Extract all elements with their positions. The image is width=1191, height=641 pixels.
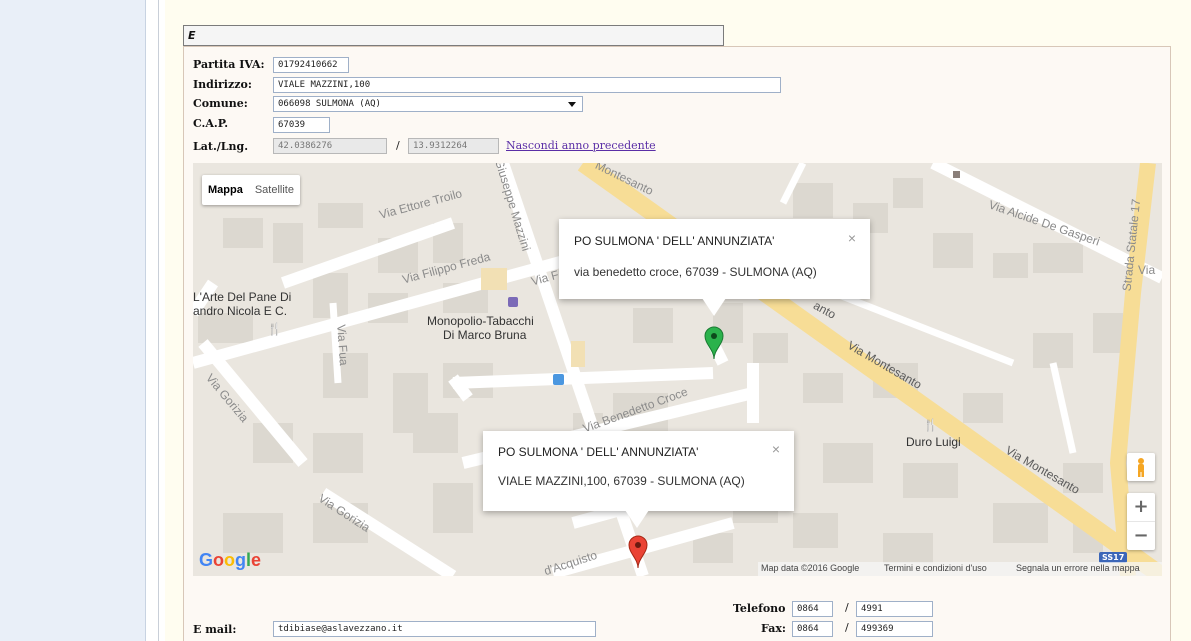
street-view-pegman-icon[interactable] bbox=[1127, 453, 1155, 481]
zoom-control: + − bbox=[1127, 493, 1155, 550]
telefono-separator: / bbox=[845, 601, 849, 614]
info-window-2-title: PO SULMONA ' DELL' ANNUNZIATA' bbox=[498, 445, 699, 459]
map-marker-red-icon[interactable] bbox=[628, 535, 648, 569]
map-marker-green-icon[interactable] bbox=[704, 326, 724, 360]
map-label-duro-luigi: Duro Luigi bbox=[906, 435, 961, 449]
comune-select[interactable]: 066098 SULMONA (AQ) bbox=[273, 96, 583, 112]
zoom-in-button[interactable]: + bbox=[1127, 493, 1155, 521]
latlng-label: Lat./Lng. bbox=[193, 140, 249, 153]
cap-label: C.A.P. bbox=[193, 117, 229, 130]
telefono-label: Telefono bbox=[733, 602, 786, 615]
zoom-out-button[interactable]: − bbox=[1127, 521, 1155, 550]
latlng-separator: / bbox=[396, 139, 400, 152]
partita-iva-label: Partita IVA: bbox=[193, 58, 265, 71]
poi-marker-icon bbox=[953, 171, 960, 178]
map-label-arte-pane-2: andro Nicola E C. bbox=[193, 304, 288, 318]
info-window-1-title: PO SULMONA ' DELL' ANNUNZIATA' bbox=[574, 234, 775, 248]
map-label-arte-pane-1: L'Arte Del Pane Di bbox=[193, 290, 292, 304]
left-sidebar-band bbox=[0, 0, 146, 641]
close-icon[interactable]: × bbox=[772, 441, 780, 457]
google-logo[interactable]: Google bbox=[199, 550, 261, 571]
info-window-2: PO SULMONA ' DELL' ANNUNZIATA' VIALE MAZ… bbox=[483, 431, 794, 528]
indirizzo-field[interactable]: VIALE MAZZINI,100 bbox=[273, 77, 781, 93]
map-label-monopolio-2: Di Marco Bruna bbox=[443, 328, 527, 342]
bus-stop-icon bbox=[553, 374, 564, 385]
telefono-number-field[interactable]: 4991 bbox=[856, 601, 933, 617]
info-window-1-tail bbox=[702, 298, 726, 316]
fax-separator: / bbox=[845, 621, 849, 634]
fax-number-field[interactable]: 499369 bbox=[856, 621, 933, 637]
map-label-via-fua: Via Fua bbox=[334, 323, 351, 367]
map-type-satellite-button[interactable]: Satellite bbox=[249, 175, 300, 205]
section-header: E bbox=[183, 25, 724, 46]
map-label-via-edge: Via bbox=[1138, 263, 1156, 277]
info-window-2-tail bbox=[625, 510, 649, 528]
map-type-toggle[interactable]: Mappa Satellite bbox=[202, 175, 300, 205]
shopping-icon bbox=[508, 297, 518, 307]
map-report-error-link[interactable]: Segnala un errore nella mappa bbox=[1016, 563, 1140, 573]
partita-iva-field[interactable]: 01792410662 bbox=[273, 57, 349, 73]
email-field[interactable]: tdibiase@aslavezzano.it bbox=[273, 621, 596, 637]
map-data-attribution: Map data ©2016 Google bbox=[761, 563, 860, 573]
fax-prefix-field[interactable]: 0864 bbox=[792, 621, 833, 637]
map-type-map-button[interactable]: Mappa bbox=[202, 175, 249, 205]
map-terms-link[interactable]: Termini e condizioni d'uso bbox=[884, 563, 987, 573]
info-window-1: PO SULMONA ' DELL' ANNUNZIATA' via bened… bbox=[559, 219, 870, 316]
hide-previous-year-link[interactable]: Nascondi anno precedente bbox=[506, 139, 656, 152]
longitude-field[interactable]: 13.9312264 bbox=[408, 138, 499, 154]
close-icon[interactable]: × bbox=[848, 230, 856, 246]
restaurant-icon: 🍴 bbox=[267, 322, 282, 336]
map-view[interactable]: Montesanto Via Ettore Troilo Giuseppe Ma… bbox=[193, 163, 1162, 576]
email-label: E mail: bbox=[193, 623, 237, 636]
map-label-monopolio-1: Monopolio-Tabacchi bbox=[427, 314, 534, 328]
info-window-2-address: VIALE MAZZINI,100, 67039 - SULMONA (AQ) bbox=[498, 474, 745, 488]
vertical-divider bbox=[158, 0, 159, 641]
latitude-field[interactable]: 42.0386276 bbox=[273, 138, 387, 154]
info-window-1-address: via benedetto croce, 67039 - SULMONA (AQ… bbox=[574, 265, 817, 279]
indirizzo-label: Indirizzo: bbox=[193, 78, 252, 91]
comune-label: Comune: bbox=[193, 97, 248, 110]
restaurant-icon: 🍴 bbox=[923, 418, 938, 432]
fax-label: Fax: bbox=[761, 622, 786, 635]
chevron-down-icon bbox=[568, 102, 576, 107]
telefono-prefix-field[interactable]: 0864 bbox=[792, 601, 833, 617]
comune-selected-value: 066098 SULMONA (AQ) bbox=[278, 99, 381, 109]
cap-field[interactable]: 67039 bbox=[273, 117, 330, 133]
